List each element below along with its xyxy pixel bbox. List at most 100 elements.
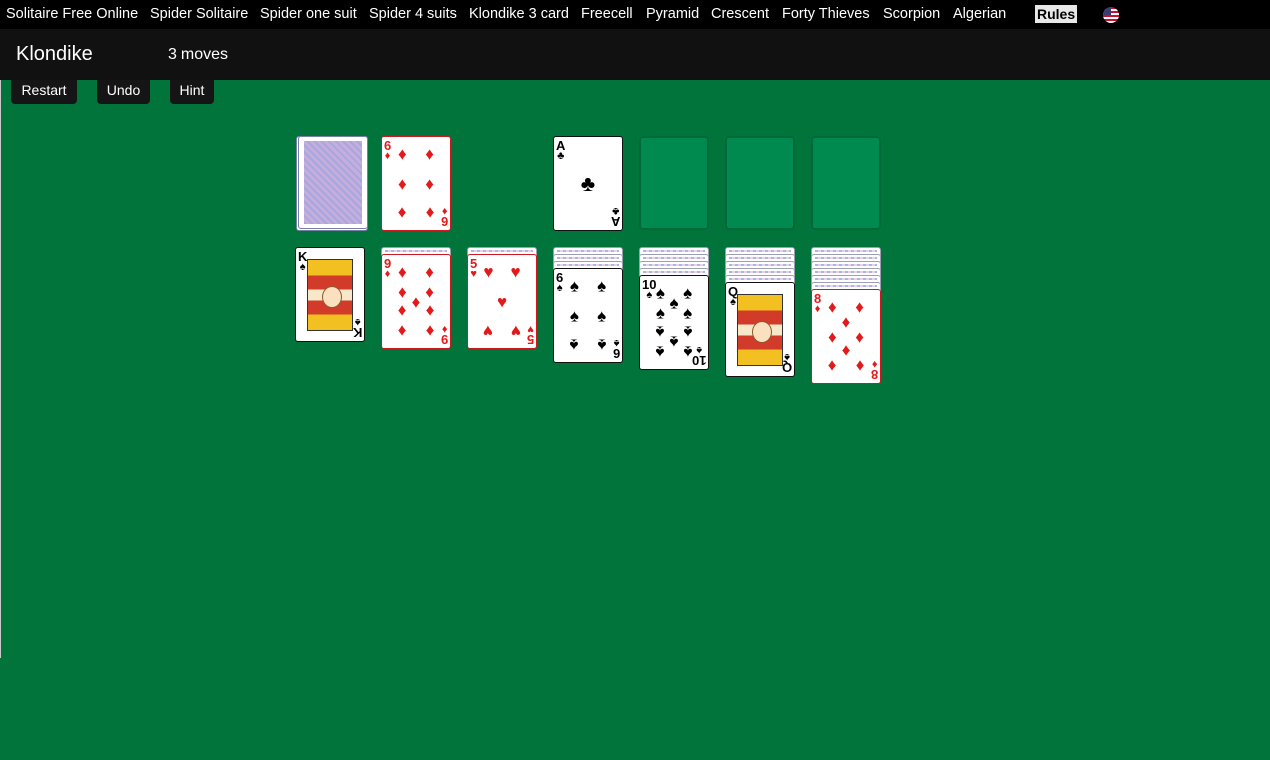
card-back-edge — [729, 278, 791, 280]
spade-pip-icon: ♠ — [669, 293, 679, 313]
diamond-suit-icon: ♦ — [814, 303, 821, 315]
tableau-7-top-card[interactable]: 8 ♦ 8 ♦ ♦ ♦ ♦ ♦ ♦ ♦ ♦ ♦ — [811, 289, 881, 384]
foundation-1-card[interactable]: A ♣ A ♣ ♣ — [553, 136, 623, 231]
diamond-pip-icon: ♦ — [411, 292, 421, 311]
card-back-edge — [643, 250, 705, 252]
diamond-pip-icon: ♦ — [841, 312, 851, 332]
us-flag-icon[interactable] — [1103, 7, 1119, 23]
diamond-pip-icon: ♦ — [425, 174, 434, 193]
diamond-pip-icon: ♦ — [398, 144, 407, 164]
diamond-pip-icon: ♦ — [398, 262, 407, 282]
spade-pip-icon: ♠ — [655, 303, 665, 323]
diamond-pip-icon: ♦ — [855, 327, 864, 346]
heart-suit-icon: ♥ — [470, 268, 477, 280]
court-face — [322, 286, 342, 308]
rules-button[interactable]: Rules — [1035, 5, 1078, 23]
diamond-pip-icon: ♦ — [828, 356, 837, 376]
foundation-4-empty-slot[interactable] — [811, 136, 881, 230]
diamond-pip-icon: ♦ — [855, 356, 864, 376]
nav-link-spider-one-suit[interactable]: Spider one suit — [260, 6, 357, 22]
card-corner-br: 9 ♦ — [441, 323, 448, 347]
card-corner-tl: 10 ♠ — [642, 278, 656, 301]
card-back-edge — [729, 250, 791, 252]
nav-link-forty-thieves[interactable]: Forty Thieves — [782, 6, 870, 22]
foundation-2-empty-slot[interactable] — [639, 136, 709, 230]
spade-suit-icon: ♠ — [613, 337, 620, 349]
spade-pip-icon: ♠ — [655, 322, 665, 342]
club-suit-icon: ♣ — [557, 150, 565, 162]
diamond-pip-icon: ♦ — [425, 262, 434, 282]
undo-button[interactable]: Undo — [97, 80, 150, 104]
spade-pip-icon: ♠ — [569, 306, 579, 325]
spade-pip-icon: ♠ — [569, 276, 579, 296]
club-pip-icon: ♣ — [580, 170, 596, 196]
restart-button[interactable]: Restart — [11, 80, 77, 104]
club-suit-icon: ♣ — [611, 205, 619, 217]
nav-link-klondike-3-card[interactable]: Klondike 3 card — [469, 6, 569, 22]
spade-pip-icon: ♠ — [683, 303, 693, 323]
spade-suit-icon: ♠ — [354, 316, 361, 328]
spade-suit-icon: ♠ — [695, 344, 702, 356]
card-back-edge — [557, 250, 619, 252]
spade-pip-icon: ♠ — [655, 283, 665, 303]
diamond-suit-icon: ♦ — [384, 150, 391, 162]
spade-pip-icon: ♠ — [655, 342, 665, 362]
card-back-edge — [815, 271, 877, 273]
card-corner-tl: 5 ♥ — [470, 257, 477, 280]
card-back-edge — [815, 278, 877, 280]
card-corner-br: 6 ♦ — [441, 205, 448, 229]
card-corner-br: 6 ♠ — [613, 337, 620, 361]
spade-pip-icon: ♠ — [597, 306, 607, 325]
spade-suit-icon: ♠ — [299, 261, 306, 273]
court-card-portrait — [307, 259, 353, 331]
diamond-pip-icon: ♦ — [398, 282, 407, 302]
hint-button[interactable]: Hint — [170, 80, 214, 104]
stock-pile[interactable] — [296, 136, 368, 231]
court-card-portrait — [737, 294, 783, 366]
nav-link-freecell[interactable]: Freecell — [581, 6, 633, 22]
game-title: Klondike — [16, 43, 93, 65]
card-corner-br: 10 ♠ — [692, 344, 706, 368]
tableau-3-top-card[interactable]: 5 ♥ 5 ♥ ♥ ♥ ♥ ♥ ♥ — [467, 254, 537, 349]
spade-suit-icon: ♠ — [556, 282, 563, 294]
tableau-5-top-card[interactable]: 10 ♠ 10 ♠ ♠ ♠ ♠ ♠ ♠ ♠ ♠ ♠ ♠ ♠ — [639, 275, 709, 370]
diamond-pip-icon: ♦ — [425, 282, 434, 302]
nav-link-crescent[interactable]: Crescent — [711, 6, 769, 22]
card-back-edge — [385, 250, 447, 252]
nav-link-scorpion[interactable]: Scorpion — [883, 6, 940, 22]
page-edge-divider — [0, 80, 1, 658]
tableau-2-top-card[interactable]: 9 ♦ 9 ♦ ♦ ♦ ♦ ♦ ♦ ♦ ♦ ♦ ♦ — [381, 254, 451, 349]
foundation-3-empty-slot[interactable] — [725, 136, 795, 230]
game-header: Klondike 3 moves — [0, 29, 1270, 80]
tableau-6-top-card[interactable]: Q ♠ Q ♠ — [725, 282, 795, 377]
spade-pip-icon: ♠ — [683, 342, 693, 362]
spade-suit-icon: ♠ — [730, 296, 736, 308]
nav-link-spider-solitaire[interactable]: Spider Solitaire — [150, 6, 248, 22]
nav-link-solitaire-free-online[interactable]: Solitaire Free Online — [6, 6, 138, 22]
nav-link-algerian[interactable]: Algerian — [953, 6, 1006, 22]
card-back-edge — [471, 250, 533, 252]
nav-link-spider-4-suits[interactable]: Spider 4 suits — [369, 6, 457, 22]
diamond-pip-icon: ♦ — [398, 203, 407, 223]
spade-pip-icon: ♠ — [597, 335, 607, 355]
waste-card[interactable]: 6 ♦ 6 ♦ ♦ ♦ ♦ ♦ ♦ ♦ — [381, 136, 451, 231]
card-corner-br: 8 ♦ — [871, 358, 878, 382]
heart-pip-icon: ♥ — [496, 292, 508, 311]
diamond-pip-icon: ♦ — [425, 203, 434, 223]
nav-link-pyramid[interactable]: Pyramid — [646, 6, 699, 22]
card-back-edge — [729, 264, 791, 266]
flag-canton — [1103, 7, 1111, 15]
stock-card-back[interactable] — [298, 136, 368, 229]
heart-pip-icon: ♥ — [483, 262, 494, 282]
tableau-1-top-card[interactable]: K ♠ K ♠ — [295, 247, 365, 342]
moves-label: moves — [180, 46, 229, 63]
diamond-pip-icon: ♦ — [828, 327, 837, 346]
spade-suit-icon: ♠ — [646, 289, 653, 301]
card-corner-tl: K ♠ — [298, 250, 307, 273]
court-face — [752, 321, 772, 343]
card-corner-tl: 8 ♦ — [814, 292, 821, 315]
tableau-4-top-card[interactable]: 6 ♠ 6 ♠ ♠ ♠ ♠ ♠ ♠ ♠ — [553, 268, 623, 363]
diamond-pip-icon: ♦ — [398, 174, 407, 193]
move-counter: 3 moves — [168, 46, 228, 64]
heart-pip-icon: ♥ — [510, 321, 521, 341]
